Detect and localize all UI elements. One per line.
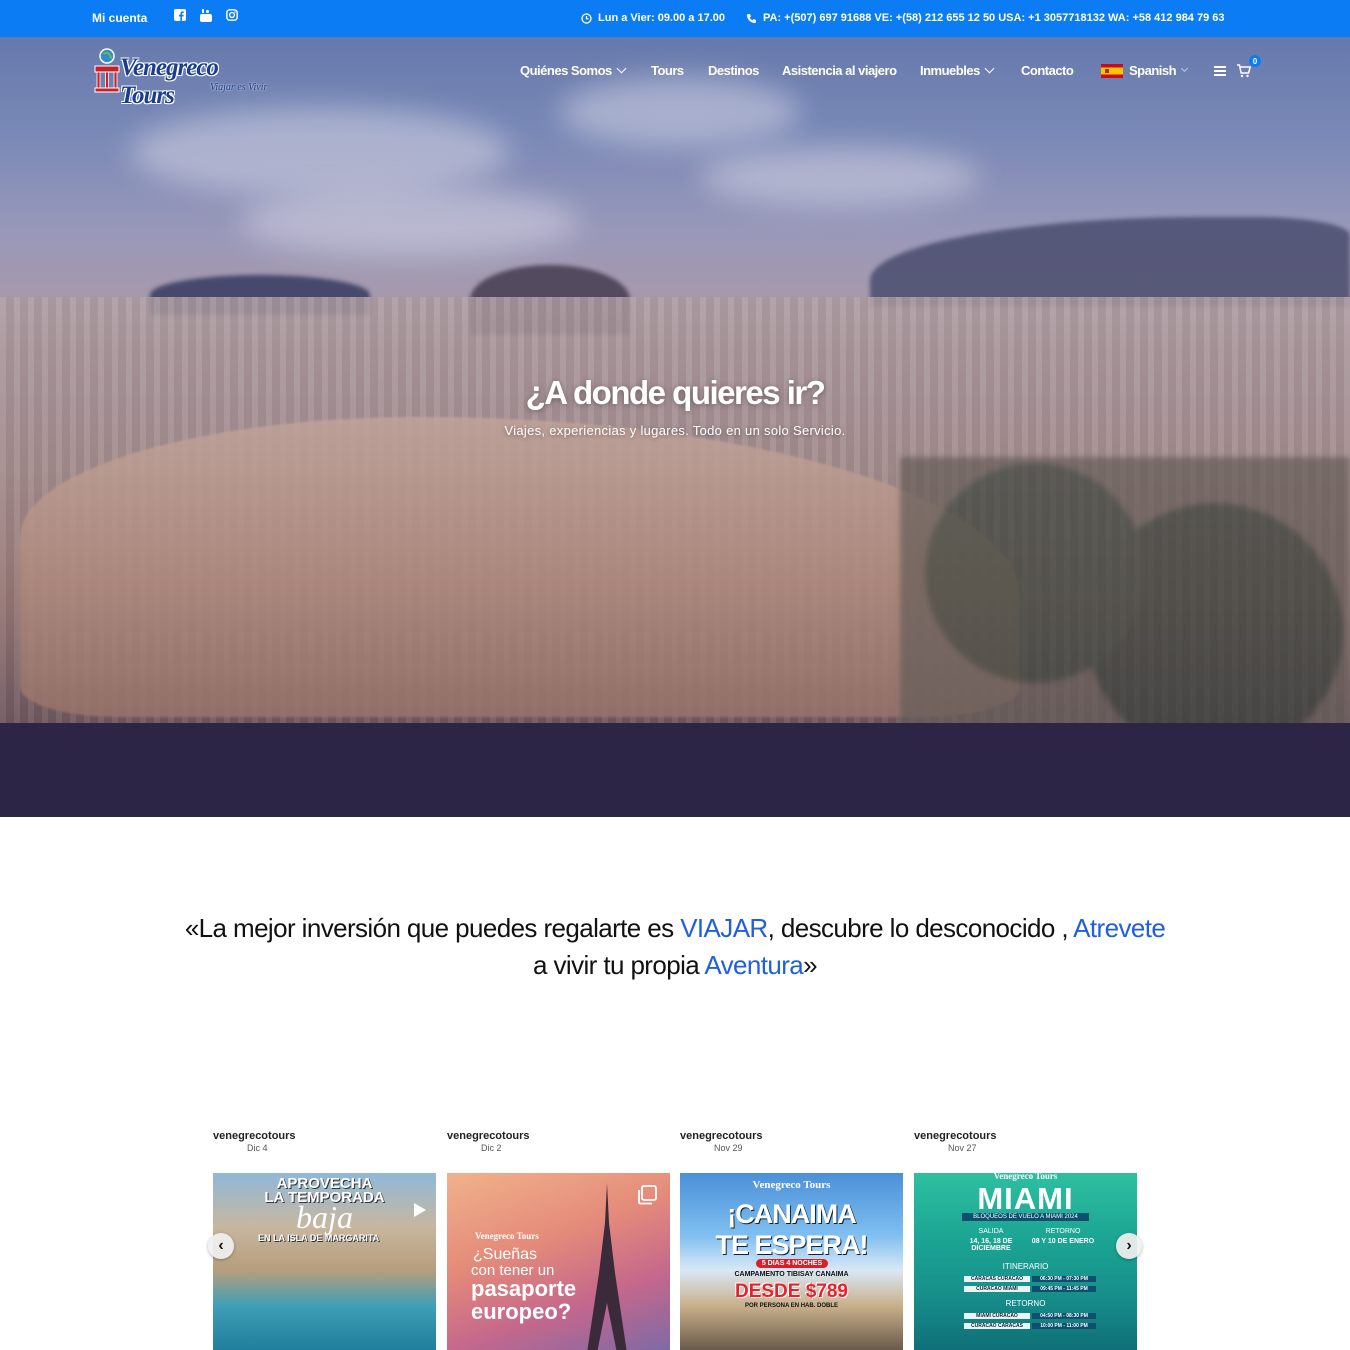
post-image-text: ITINERARIO [1002,1262,1049,1271]
post-username[interactable]: venegrecotours [680,1130,903,1142]
play-icon [414,1203,426,1217]
nav-quienes-somos[interactable]: Quiénes Somos [520,63,627,78]
post-image-text: 04:50 PM - 08:30 PM [1032,1313,1096,1319]
post-image-text: MIAMI [977,1181,1074,1216]
facebook-icon[interactable] [173,8,187,22]
social-links [173,8,239,22]
post-image-text: 06:30 PM - 07:30 PM [1032,1276,1096,1282]
hero-bottom-band [0,723,1350,817]
post-image[interactable]: Venegreco Tours MIAMI BLOQUEOS DE VUELO … [914,1173,1137,1350]
logo-tagline: Viajar es Vivir [210,82,268,93]
nav-item-label: Inmuebles [920,63,980,78]
cart-count-badge: 0 [1249,55,1261,67]
chevron-right-icon: › [1126,1237,1132,1254]
hours-text: Lun a Vier: 09.00 a 17.00 [598,12,725,24]
nav-inmuebles[interactable]: Inmuebles [920,63,995,78]
instagram-post[interactable]: venegrecotours Nov 29 Venegreco Tours ¡C… [680,1130,903,1350]
language-label: Spanish [1129,63,1177,78]
top-bar: Mi cuenta Lun a Vier: 09.00 a 17.00 PA: … [0,0,1350,37]
post-image-text: RETORNO [1045,1228,1081,1235]
post-image[interactable]: APROVECHA LA TEMPORADA baja EN LA ISLA D… [213,1173,436,1350]
office-hours: Lun a Vier: 09.00 a 17.00 [581,12,725,24]
post-image-text: 09:45 PM - 11:45 PM [1032,1286,1096,1292]
instagram-post[interactable]: venegrecotours Nov 27 Venegreco Tours MI… [914,1130,1137,1350]
nav-item-label: Contacto [1021,63,1074,78]
eiffel-tower-illustration [587,1183,627,1350]
phone-numbers: PA: +(507) 697 91688 VE: +(58) 212 655 1… [746,12,1225,24]
quote-part: «La mejor inversión que puedes regalarte… [184,913,681,943]
post-image-text: EN LA ISLA DE MARGARITA [258,1233,380,1243]
post-image[interactable]: Venegreco Tours ¡CANAIMA TE ESPERA! 5 DI… [680,1173,903,1350]
chevron-down-icon [616,63,627,74]
post-date: Nov 27 [948,1143,977,1153]
my-account-link[interactable]: Mi cuenta [92,11,147,25]
post-image-text: Venegreco Tours [993,1173,1058,1181]
post-username[interactable]: venegrecotours [914,1130,1137,1142]
feed-prev-button[interactable]: ‹ [208,1233,234,1259]
nav-item-label: Quiénes Somos [520,63,612,78]
post-username[interactable]: venegrecotours [213,1130,436,1142]
nav-tours[interactable]: Tours [651,63,684,78]
post-image-text: BLOQUEOS DE VUELO A MIAMI 2024 [962,1213,1089,1221]
post-image-text: DESDE $789 [734,1281,848,1302]
language-switcher[interactable]: Spanish [1101,63,1189,78]
nav-item-label: Tours [651,63,684,78]
post-image-text: SALIDA [978,1228,1004,1235]
quote-highlight-aventura: Aventura [704,950,804,980]
chevron-down-icon [984,63,995,74]
chevron-down-icon [1181,64,1189,73]
cart-icon[interactable] [1237,64,1251,78]
quote-text: «La mejor inversión que puedes regalarte… [175,910,1175,984]
post-date: Dic 4 [247,1143,268,1153]
post-image-text: europeo? [471,1299,572,1324]
phones-text[interactable]: PA: +(507) 697 91688 VE: +(58) 212 655 1… [763,12,1225,24]
instagram-feed: venegrecotours Dic 4 APROVECHA LA TEMPOR… [213,1130,1137,1350]
post-image-text: Venegreco Tours [475,1231,539,1241]
clock-icon [581,12,592,24]
chevron-left-icon: ‹ [218,1237,224,1254]
post-image-text: RETORNO [1005,1299,1046,1308]
post-image-text: CURACAO CARACAS [964,1323,1030,1329]
post-date: Nov 29 [714,1143,743,1153]
quote-highlight-viajar: VIAJAR [680,913,768,943]
instagram-post[interactable]: venegrecotours Dic 4 APROVECHA LA TEMPOR… [213,1130,436,1350]
youtube-icon[interactable] [199,8,213,22]
instagram-icon[interactable] [225,8,239,22]
post-image-text: CAMPAMENTO TIBISAY CANAIMA [734,1271,849,1278]
nav-asistencia-viajero[interactable]: Asistencia al viajero [782,63,897,78]
nav-item-label: Asistencia al viajero [782,63,897,78]
quote-highlight-atrevete: Atrevete [1073,913,1166,943]
post-image-text: 5 DIAS 4 NOCHES [756,1259,828,1268]
post-username[interactable]: venegrecotours [447,1130,670,1142]
quote-part: a vivir tu propia [533,950,705,980]
phone-icon [747,13,756,23]
post-image-text: 14, 16, 18 DE DICIEMBRE [969,1238,1013,1252]
post-image[interactable]: Venegreco Tours ¿Sueñas con tener un pas… [447,1173,670,1350]
spain-flag-icon [1101,63,1123,78]
nav-destinos[interactable]: Destinos [708,63,759,78]
quote-part: » [803,950,817,980]
hero-subtitle: Viajes, experiencias y lugares. Todo en … [504,423,846,438]
nav-item-label: Destinos [708,63,759,78]
main-nav: Quiénes Somos Tours Destinos Asistencia … [0,63,1350,83]
post-image-text: 08 Y 10 DE ENERO [1031,1238,1095,1245]
post-image-text: CARACAS CURACAO [964,1276,1030,1282]
feed-next-button[interactable]: › [1116,1233,1142,1259]
post-date: Dic 2 [481,1143,502,1153]
post-image-text: TE ESPERA! [715,1230,868,1260]
post-image-text: ¡CANAIMA [727,1199,856,1229]
post-image-text: CURACAO MIAMI [964,1286,1030,1292]
quote-part: , descubre lo desconocido , [767,913,1074,943]
post-image-text: baja [296,1199,353,1235]
nav-contacto[interactable]: Contacto [1021,63,1074,78]
carousel-icon [638,1185,657,1205]
menu-icon[interactable] [1214,66,1226,76]
instagram-post[interactable]: venegrecotours Dic 2 Venegreco Tours ¿Su… [447,1130,670,1350]
post-image-text: Venegreco Tours [752,1179,831,1191]
post-image-text: MIAMI CURACAO [964,1313,1030,1319]
post-image-text: 10:00 PM - 11:00 PM [1032,1323,1096,1329]
post-image-text: POR PERSONA EN HAB. DOBLE [744,1303,839,1309]
hero-title: ¿A donde quieres ir? [525,374,826,411]
